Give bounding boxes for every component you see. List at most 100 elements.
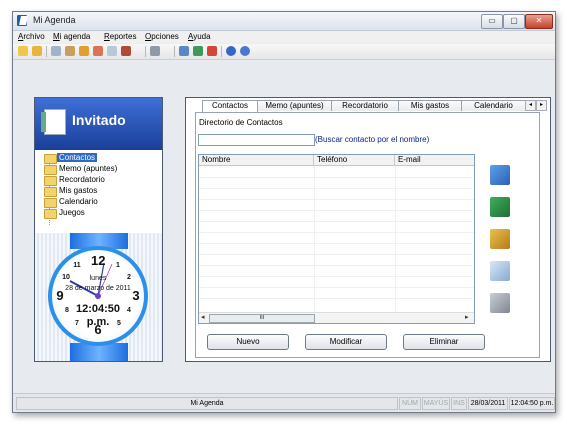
column-header-nombre[interactable]: Nombre <box>199 155 314 165</box>
info-icon[interactable] <box>240 46 250 56</box>
status-time: 12:04:50 p.m. <box>509 397 555 410</box>
toolbar <box>13 44 555 60</box>
clock-day: lunes <box>89 275 107 282</box>
folder-icon <box>44 198 57 208</box>
nav-item-label: Contactos <box>57 153 98 162</box>
clock-date: 28 de marzo de 2011 <box>65 285 131 292</box>
nav-item-contactos[interactable]: Contactos <box>44 153 98 164</box>
analog-clock: 12 1 2 3 4 5 6 7 8 9 10 11 lunes 28 de m… <box>48 246 148 346</box>
toolbar-separator <box>46 46 47 57</box>
horizontal-scrollbar[interactable]: ◂ III ▸ <box>199 312 474 323</box>
search-contact-link[interactable]: (Buscar contacto por el nombre) <box>315 135 429 144</box>
calculator-icon[interactable] <box>207 46 217 56</box>
nav-item-memo[interactable]: Memo (apuntes) <box>44 164 119 175</box>
table-row <box>199 265 474 266</box>
tab-scroll-right[interactable]: ▸ <box>536 100 547 111</box>
print-icon[interactable] <box>490 293 510 313</box>
status-app-name: Mi Agenda <box>16 397 398 410</box>
delete-button[interactable]: Eliminar <box>403 334 485 350</box>
module-panel: Contactos Memo (apuntes) Recordatorio Mi… <box>185 97 551 362</box>
scroll-thumb[interactable]: III <box>209 314 315 323</box>
status-num-lock: NÚM <box>399 397 421 410</box>
menu-mi-agenda[interactable]: Mi agenda <box>53 32 90 41</box>
menu-bar: Archivo Mi agenda Reportes Opciones Ayud… <box>13 31 555 43</box>
toolbar-separator <box>174 46 175 57</box>
new-button[interactable]: Nuevo <box>207 334 289 350</box>
status-caps-lock: MAYÚS <box>422 397 450 410</box>
print-icon[interactable] <box>150 46 160 56</box>
table-row <box>199 287 474 288</box>
notes-icon[interactable] <box>65 46 75 56</box>
maximize-button[interactable]: ▢ <box>503 14 525 29</box>
nav-tree: Contactos Memo (apuntes) Recordatorio Mi… <box>35 151 162 229</box>
tab-calendario[interactable]: Calendario <box>461 100 526 111</box>
search-preview-icon[interactable] <box>490 261 510 281</box>
nav-item-label: Memo (apuntes) <box>59 164 118 173</box>
home-icon[interactable] <box>93 46 103 56</box>
status-date: 28/03/2011 <box>468 397 508 410</box>
folder-icon <box>44 165 57 175</box>
globe-icon[interactable] <box>193 46 203 56</box>
pencil-icon[interactable] <box>79 46 89 56</box>
book-icon[interactable] <box>121 46 131 56</box>
nav-item-label: Mis gastos <box>59 186 98 195</box>
contacts-tab-content: Directorio de Contactos (Buscar contacto… <box>195 112 540 358</box>
table-row <box>199 298 474 299</box>
nav-item-label: Juegos <box>59 208 85 217</box>
nav-item-calendario[interactable]: Calendario <box>44 197 100 208</box>
refresh-icon[interactable] <box>490 165 510 185</box>
contact-card-icon[interactable] <box>490 229 510 249</box>
app-logo-icon <box>17 15 27 26</box>
table-row <box>199 232 474 233</box>
menu-reportes[interactable]: Reportes <box>104 32 136 41</box>
app-window: Mi Agenda ▭ ▢ ✕ Archivo Mi agenda Report… <box>12 11 556 413</box>
clock-widget: 12 1 2 3 4 5 6 7 8 9 10 11 lunes 28 de m… <box>35 233 162 361</box>
table-row <box>199 221 474 222</box>
tab-recordatorio[interactable]: Recordatorio <box>331 100 399 111</box>
column-header-email[interactable]: E-mail <box>395 155 474 165</box>
menu-opciones[interactable]: Opciones <box>145 32 179 41</box>
close-button[interactable]: ✕ <box>525 14 553 29</box>
clock-number-1: 1 <box>116 262 120 269</box>
window-title: Mi Agenda <box>33 15 76 25</box>
nav-item-mis-gastos[interactable]: Mis gastos <box>44 186 99 197</box>
status-bar: Mi Agenda NÚM MAYÚS INS 28/03/2011 12:04… <box>13 393 555 412</box>
tab-scroll-left[interactable]: ◂ <box>525 100 536 111</box>
contacts-heading: Directorio de Contactos <box>199 118 283 127</box>
notepad-icon[interactable] <box>179 46 189 56</box>
clock-number-12: 12 <box>91 253 106 268</box>
open-folder-icon[interactable] <box>18 46 28 56</box>
toolbar-separator <box>221 46 222 57</box>
column-header-telefono[interactable]: Teléfono <box>314 155 395 165</box>
clock-center <box>95 293 101 299</box>
tab-mis-gastos[interactable]: Mis gastos <box>398 100 462 111</box>
menu-archivo[interactable]: Archivo <box>18 32 45 41</box>
table-row <box>199 210 474 211</box>
tab-contactos[interactable]: Contactos <box>202 100 258 112</box>
modify-button[interactable]: Modificar <box>305 334 387 350</box>
menu-ayuda[interactable]: Ayuda <box>188 32 211 41</box>
title-bar[interactable]: Mi Agenda ▭ ▢ ✕ <box>13 12 555 31</box>
user-name: Invitado <box>72 112 126 128</box>
table-row <box>199 199 474 200</box>
help-icon[interactable] <box>226 46 236 56</box>
table-row <box>199 276 474 277</box>
document-icon[interactable] <box>107 46 117 56</box>
contact-search-input[interactable] <box>198 134 315 146</box>
table-row <box>199 177 474 178</box>
address-book-icon[interactable] <box>51 46 61 56</box>
folder-icon <box>44 176 57 186</box>
clock-time: 12:04:50 <box>75 303 121 315</box>
nav-item-recordatorio[interactable]: Recordatorio <box>44 175 107 186</box>
tab-memo[interactable]: Memo (apuntes) <box>257 100 332 111</box>
folder-icon[interactable] <box>32 46 42 56</box>
table-header: Nombre Teléfono E-mail <box>199 155 474 166</box>
contacts-table[interactable]: Nombre Teléfono E-mail ◂ III ▸ <box>198 154 475 324</box>
scroll-right-arrow[interactable]: ▸ <box>465 313 469 323</box>
nav-item-juegos[interactable]: Juegos <box>44 208 87 219</box>
scroll-left-arrow[interactable]: ◂ <box>201 313 205 323</box>
minimize-button[interactable]: ▭ <box>481 14 503 29</box>
table-row <box>199 243 474 244</box>
excel-export-icon[interactable] <box>490 197 510 217</box>
toolbar-separator <box>145 46 146 57</box>
